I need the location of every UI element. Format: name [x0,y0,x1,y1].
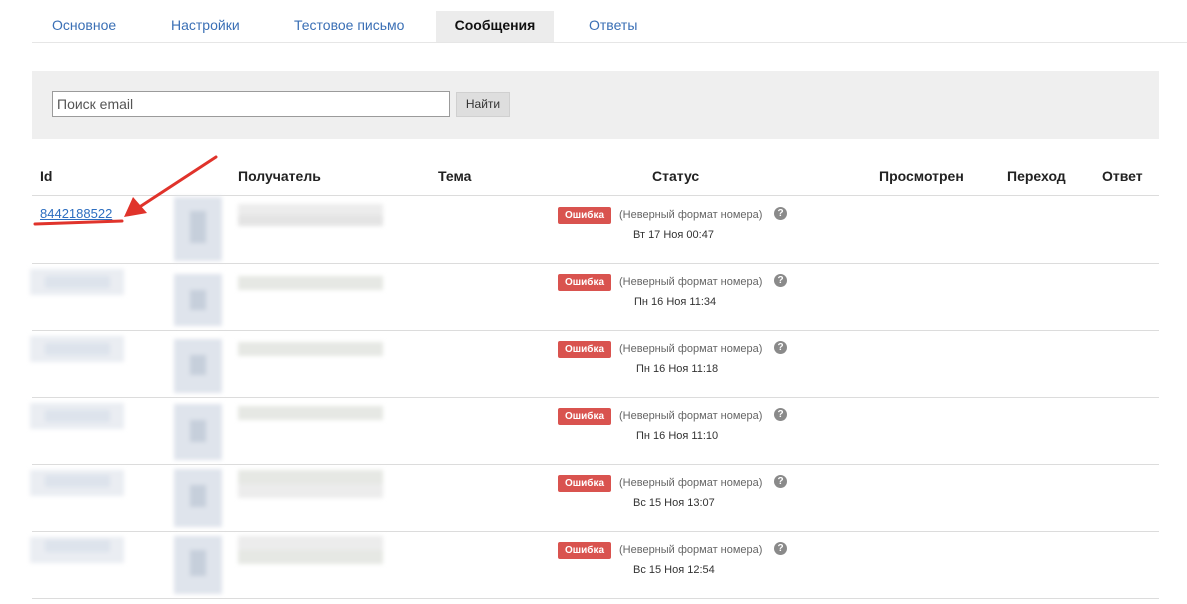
annotation-arrow [33,155,218,226]
